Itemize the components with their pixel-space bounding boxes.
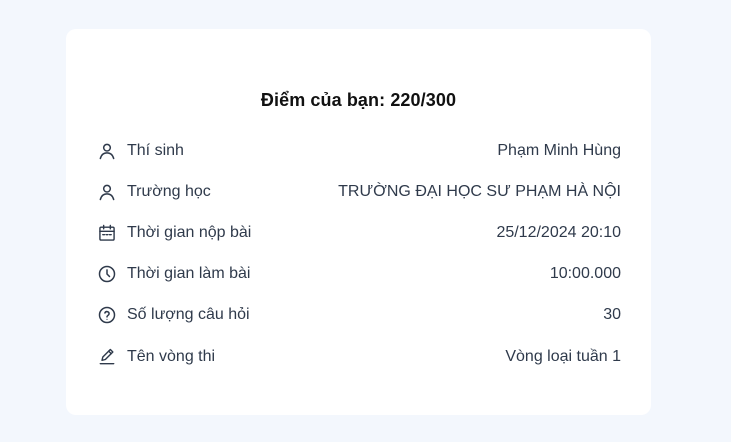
- info-label-group: Thí sinh: [96, 140, 184, 162]
- score-title: Điểm của bạn: 220/300: [260, 90, 457, 110]
- duration-label: Thời gian làm bài: [127, 265, 251, 283]
- info-row-question-count: Số lượng câu hỏi 30: [96, 295, 621, 336]
- info-label-group: Trường học: [96, 181, 211, 203]
- info-label-group: Số lượng câu hỏi: [96, 304, 250, 326]
- candidate-value: Phạm Minh Hùng: [497, 141, 621, 159]
- result-details: Thí sinh Phạm Minh Hùng Trường học TRƯỜN…: [96, 130, 621, 377]
- info-label-group: Thời gian nộp bài: [96, 222, 251, 244]
- info-row-submit-time: Thời gian nộp bài 25/12/2024 20:10: [96, 212, 621, 253]
- question-count-label: Số lượng câu hỏi: [127, 306, 250, 324]
- info-label-group: Thời gian làm bài: [96, 263, 250, 285]
- question-count-value: 30: [603, 306, 621, 324]
- info-row-round-name: Tên vòng thi Vòng loại tuần 1: [96, 336, 621, 377]
- info-row-candidate: Thí sinh Phạm Minh Hùng: [96, 130, 621, 171]
- duration-value: 10:00.000: [549, 265, 621, 283]
- user-icon: [96, 140, 118, 162]
- result-card: Điểm của bạn: 220/300 Thí sinh Phạm Minh…: [66, 29, 651, 415]
- round-name-label: Tên vòng thi: [127, 347, 216, 365]
- calendar-icon: [96, 222, 118, 244]
- info-row-duration: Thời gian làm bài 10:00.000: [96, 254, 621, 295]
- submit-time-value: 25/12/2024 20:10: [496, 223, 621, 241]
- info-label-group: Tên vòng thi: [96, 346, 215, 368]
- school-value: TRƯỜNG ĐẠI HỌC SƯ PHẠM HÀ NỘI: [338, 182, 621, 200]
- round-name-value: Vòng loại tuần 1: [505, 347, 621, 365]
- candidate-label: Thí sinh: [127, 141, 184, 159]
- user-icon: [96, 181, 118, 203]
- info-row-school: Trường học TRƯỜNG ĐẠI HỌC SƯ PHẠM HÀ NỘI: [96, 171, 621, 212]
- school-label: Trường học: [127, 182, 211, 200]
- pencil-icon: [96, 346, 118, 368]
- clock-icon: [96, 263, 118, 285]
- submit-time-label: Thời gian nộp bài: [127, 223, 252, 241]
- question-circle-icon: [96, 304, 118, 326]
